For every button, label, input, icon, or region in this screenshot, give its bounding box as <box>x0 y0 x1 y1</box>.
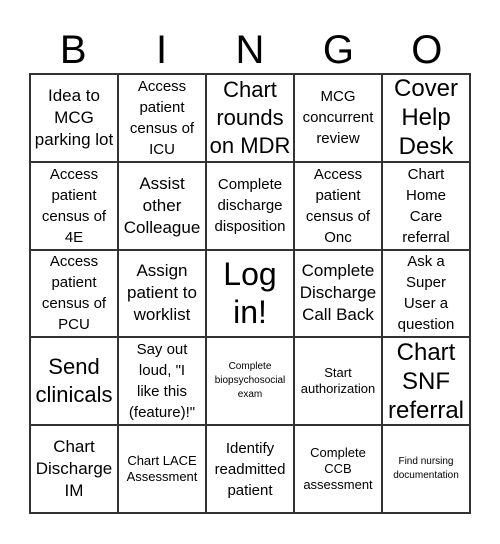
header-letter-g: G <box>322 28 354 72</box>
bingo-cell-label: Complete biopsychosocial exam <box>214 361 286 401</box>
bingo-cell[interactable]: Idea to MCG parking lot <box>30 74 118 162</box>
bingo-cell[interactable]: MCG concurrent review <box>294 74 382 162</box>
bingo-cell[interactable]: Chart SNF referral <box>382 337 470 426</box>
bingo-cell-label: Idea to MCG parking lot <box>34 85 114 149</box>
bingo-cell-label: Chart rounds on MDR <box>209 76 291 158</box>
bingo-cell-label: Send clinicals <box>35 354 113 408</box>
bingo-cell-label: Assign patient to worklist <box>127 261 197 325</box>
bingo-cell[interactable]: Chart rounds on MDR <box>206 74 294 162</box>
bingo-cell[interactable]: Complete discharge disposition <box>206 161 294 250</box>
bingo-cell-label: Access patient census of PCU <box>41 253 107 334</box>
bingo-cell[interactable]: Find nursing documentation <box>382 425 470 513</box>
bingo-cell-label: Chart Discharge IM <box>35 437 113 501</box>
bingo-cell[interactable]: Complete Discharge Call Back <box>294 249 382 338</box>
header-letter-o: O <box>411 28 443 72</box>
bingo-cell[interactable]: Assist other Colleague <box>118 161 206 250</box>
bingo-cell[interactable]: Send clinicals <box>30 337 118 426</box>
bingo-header: B I N G O <box>29 28 471 72</box>
bingo-cell[interactable]: Chart Home Care referral <box>382 161 470 250</box>
bingo-cell[interactable]: Complete biopsychosocial exam <box>206 337 294 426</box>
bingo-cell-label: Identify readmitted patient <box>214 439 286 499</box>
bingo-cell[interactable]: Complete CCB assessment <box>294 425 382 513</box>
bingo-cell[interactable]: Assign patient to worklist <box>118 249 206 338</box>
bingo-cell-label: Start authorization <box>300 365 376 397</box>
bingo-cell-label: Complete Discharge Call Back <box>299 261 377 325</box>
bingo-cell[interactable]: Access patient census of 4E <box>30 161 118 250</box>
bingo-cell[interactable]: Access patient census of Onc <box>294 161 382 250</box>
bingo-cell-label: Chart LACE Assessment <box>126 453 198 485</box>
bingo-cell-label: Chart Home Care referral <box>402 165 450 246</box>
bingo-cell-label: Assist other Colleague <box>123 173 201 237</box>
bingo-cell-label: Complete discharge disposition <box>214 176 286 236</box>
bingo-cell[interactable]: Start authorization <box>294 337 382 426</box>
header-letter-b: B <box>59 28 87 72</box>
bingo-cell[interactable]: Access patient census of PCU <box>30 249 118 338</box>
bingo-cell-label: Chart SNF referral <box>387 338 465 424</box>
bingo-board: Idea to MCG parking lot Access patient ce… <box>29 73 471 514</box>
bingo-cell-label: Cover Help Desk <box>393 75 459 161</box>
bingo-cell[interactable]: Chart LACE Assessment <box>118 425 206 513</box>
bingo-cell-label: Access patient census of Onc <box>305 165 371 246</box>
bingo-cell-label: Log in! <box>223 256 277 331</box>
bingo-cell-label: Ask a Super User a question <box>397 253 455 334</box>
bingo-cell-label: Say out loud, "I like this (feature)!" <box>128 341 196 422</box>
bingo-cell[interactable]: Cover Help Desk <box>382 74 470 162</box>
header-letter-i: I <box>156 28 168 72</box>
bingo-cell-free-space[interactable]: Log in! <box>206 249 294 338</box>
bingo-cell[interactable]: Identify readmitted patient <box>206 425 294 513</box>
header-letter-n: N <box>235 28 265 72</box>
bingo-cell-label: Complete CCB assessment <box>303 445 373 493</box>
bingo-cell[interactable]: Say out loud, "I like this (feature)!" <box>118 337 206 426</box>
bingo-cell-label: Find nursing documentation <box>393 456 459 482</box>
bingo-cell-label: Access patient census of 4E <box>41 165 107 246</box>
bingo-cell-label: MCG concurrent review <box>302 88 374 148</box>
bingo-cell-label: Access patient census of ICU <box>129 77 195 158</box>
bingo-cell[interactable]: Access patient census of ICU <box>118 74 206 162</box>
bingo-cell[interactable]: Chart Discharge IM <box>30 425 118 513</box>
bingo-cell[interactable]: Ask a Super User a question <box>382 249 470 338</box>
